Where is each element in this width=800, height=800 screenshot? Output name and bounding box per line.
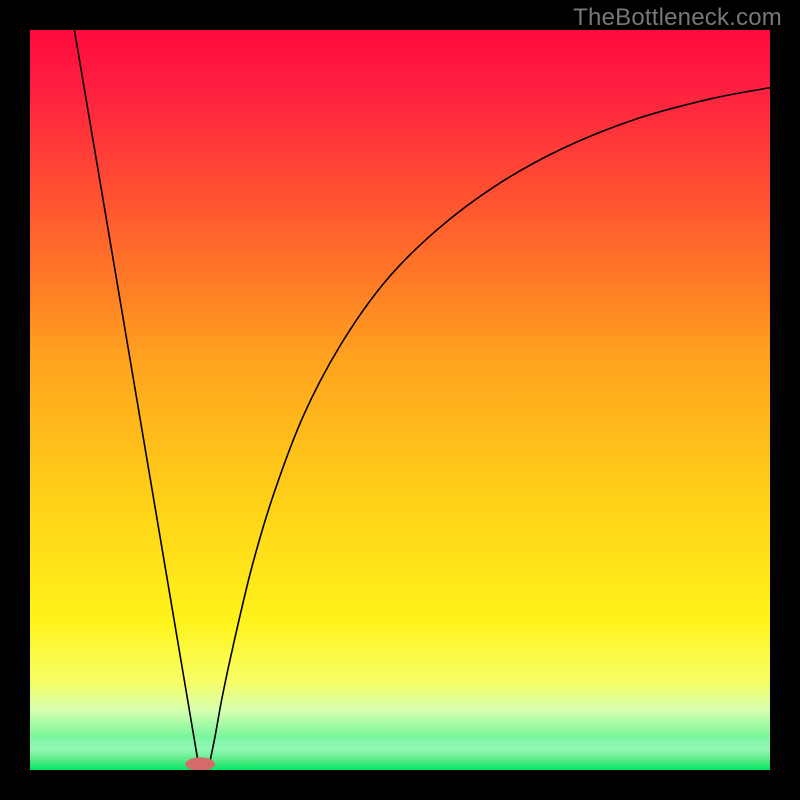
- chart-container: TheBottleneck.com: [0, 0, 800, 800]
- gradient-background: [30, 30, 770, 770]
- watermark-label: TheBottleneck.com: [573, 4, 782, 32]
- plot-area: [30, 30, 770, 770]
- success-band: [30, 737, 770, 770]
- chart-svg: [30, 30, 770, 770]
